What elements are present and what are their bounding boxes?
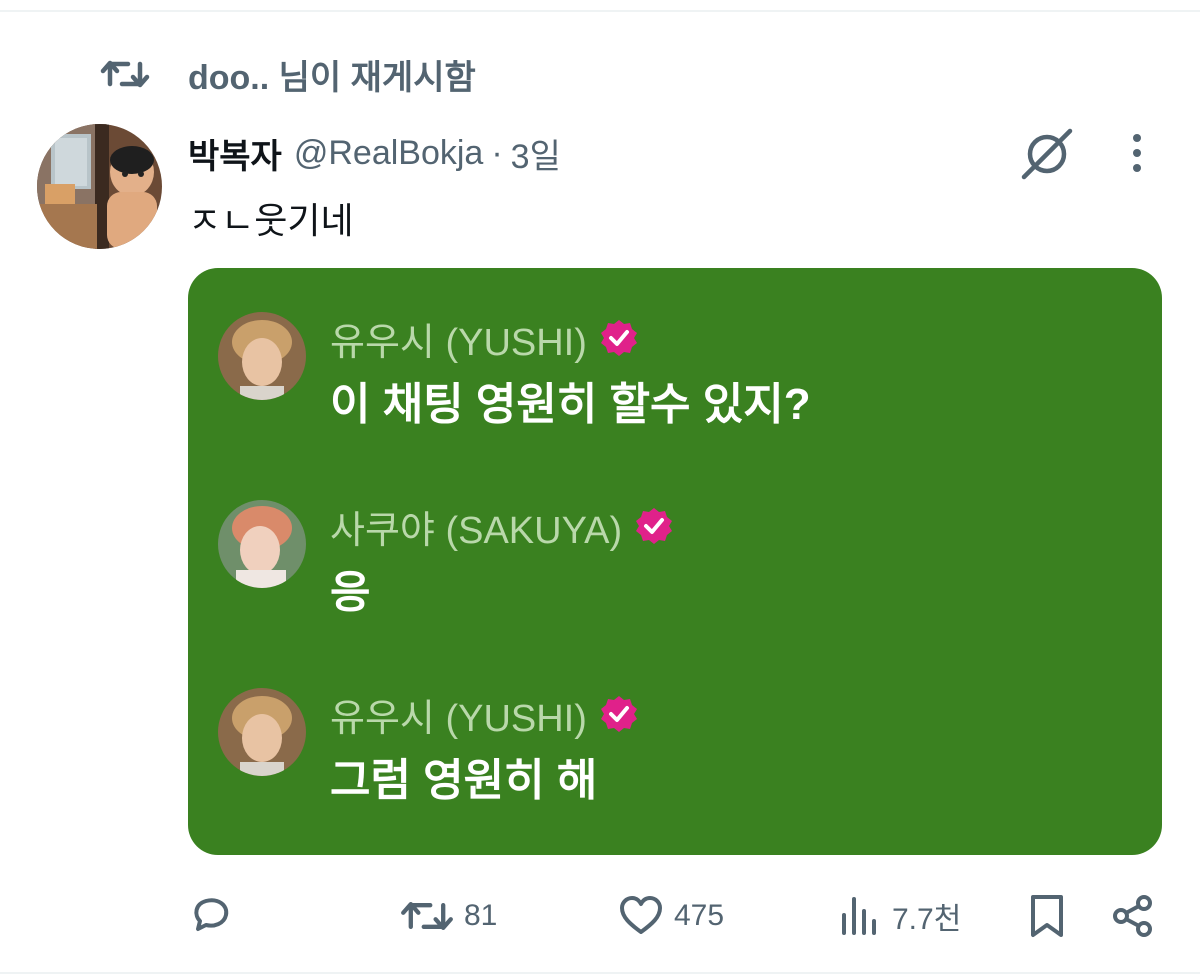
more-options-icon[interactable] [1120, 130, 1154, 176]
repost-icon [100, 60, 150, 88]
reply-button[interactable] [188, 888, 234, 944]
like-button[interactable]: 475 [618, 888, 724, 944]
user-handle[interactable]: @RealBokja [294, 134, 484, 173]
tweet-text: ㅈㄴ웃기네 [188, 200, 354, 241]
verified-badge-icon [600, 696, 637, 732]
views-button[interactable]: 7.7천 [836, 888, 961, 944]
repost-icon [401, 901, 453, 931]
repost-indicator[interactable]: doo.. 님이 재게시함 [100, 50, 476, 99]
avatar [218, 312, 306, 400]
avatar [218, 500, 306, 588]
grok-icon[interactable] [1018, 125, 1076, 183]
separator-dot: · [491, 133, 503, 172]
sender-name-text: 유우시 (YUSHI) [330, 697, 587, 740]
display-name[interactable]: 박복자 [188, 129, 282, 178]
message-text: 이 채팅 영원히 할수 있지? [330, 380, 811, 429]
avatar [218, 688, 306, 776]
repost-count: 81 [464, 899, 498, 932]
views-count: 7.7천 [892, 903, 962, 936]
action-bar: 81 475 7.7천 [188, 888, 1163, 944]
views-icon [842, 897, 876, 935]
share-icon [1113, 895, 1152, 937]
verified-badge-icon [636, 508, 673, 544]
timestamp[interactable]: 3일 [511, 129, 561, 178]
share-button[interactable] [1110, 888, 1156, 944]
repost-button[interactable]: 81 [400, 888, 497, 944]
message-text: 그럼 영원히 해 [330, 756, 598, 805]
sender-name: 사쿠야 (SAKUYA) [330, 500, 674, 552]
repost-label[interactable]: doo.. 님이 재게시함 [188, 50, 476, 99]
bottom-divider [0, 972, 1200, 974]
heart-icon [620, 896, 662, 934]
tweet-media[interactable]: 유우시 (YUSHI) 이 채팅 영원히 할수 있지? 사쿠야 (SAKUYA) [188, 268, 1162, 855]
sender-name: 유우시 (YUSHI) [330, 688, 639, 740]
sender-name: 유우시 (YUSHI) [330, 312, 639, 364]
bookmark-button[interactable] [1024, 888, 1070, 944]
message-text: 응 [330, 568, 371, 617]
sender-name-text: 유우시 (YUSHI) [330, 321, 587, 364]
avatar[interactable] [37, 124, 162, 249]
like-count: 475 [674, 899, 725, 932]
tweet-header: 박복자 @RealBokja · 3일 [188, 130, 561, 176]
top-divider [0, 10, 1200, 12]
bookmark-icon [1031, 895, 1063, 937]
verified-badge-icon [600, 320, 637, 356]
sender-name-text: 사쿠야 (SAKUYA) [330, 509, 623, 552]
reply-icon [194, 898, 229, 931]
